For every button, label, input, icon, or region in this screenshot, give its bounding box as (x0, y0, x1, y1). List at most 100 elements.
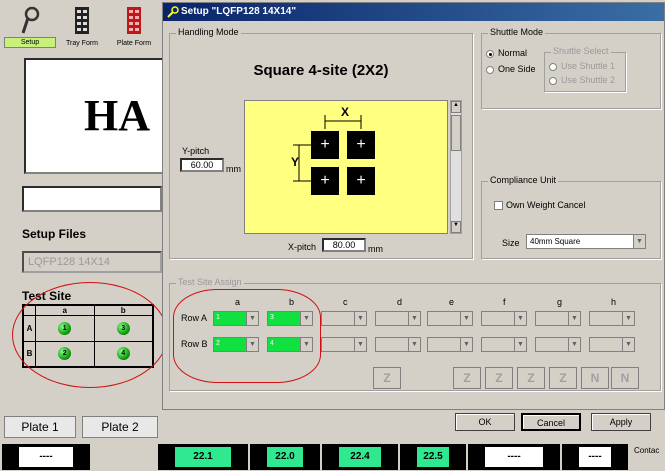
chevron-down-icon: ▼ (300, 312, 312, 325)
site-assign-dropdown[interactable]: ▼ (375, 337, 421, 352)
chevron-down-icon: ▼ (514, 312, 526, 325)
assign-col-header: a (235, 297, 241, 307)
status-cell: 22.5 (400, 444, 466, 470)
wrench-icon (167, 6, 179, 18)
radio-checked-icon (486, 49, 494, 58)
arrange-z-icon[interactable]: Z (373, 367, 401, 389)
scroll-up-icon[interactable]: ▲ (451, 101, 461, 113)
use-shuttle-2-radio[interactable]: Use Shuttle 2 (549, 75, 615, 85)
chevron-down-icon: ▼ (354, 312, 366, 325)
handling-mode-group: Handling Mode Square 4-site (2X2) + + + … (169, 27, 473, 259)
normal-radio[interactable]: Normal (486, 48, 527, 58)
setup-dialog: Setup "LQFP128 14X14" Handling Mode Squa… (162, 2, 665, 431)
shuttle-mode-group: Shuttle Mode Normal One Side Shuttle Sel… (481, 27, 661, 109)
assign-col-header: h (611, 297, 617, 307)
assign-highlight (173, 289, 321, 383)
chevron-down-icon: ▼ (460, 312, 472, 325)
radio-icon (486, 65, 494, 74)
assign-col-header: c (343, 297, 348, 307)
preview-scrollbar[interactable]: ▲ ▼ (450, 100, 462, 234)
assign-col-header: b (289, 297, 295, 307)
checkbox-icon (494, 201, 503, 211)
test-site-highlight (12, 282, 168, 388)
pitch-arrows (293, 115, 362, 182)
site-assign-dropdown[interactable]: 2 ▼ (213, 337, 259, 352)
shuttle-select-group: Shuttle Select Use Shuttle 1 Use Shuttle… (544, 46, 626, 92)
site-assign-dropdown[interactable]: ▼ (427, 311, 473, 326)
site-assign-dropdown[interactable]: ▼ (481, 337, 527, 352)
apply-button[interactable]: Apply (591, 413, 651, 431)
site-assign-dropdown[interactable]: ▼ (375, 311, 421, 326)
arrange-z-icon[interactable]: Z (453, 367, 481, 389)
site-assign-dropdown[interactable]: ▼ (427, 337, 473, 352)
test-site-assign-title: Test Site Assign (176, 277, 244, 287)
y-pitch-unit: mm (226, 164, 241, 174)
site-assign-dropdown[interactable]: 1 ▼ (213, 311, 259, 326)
file-field[interactable] (22, 186, 162, 212)
assign-col-header: e (449, 297, 455, 307)
site-assign-dropdown[interactable]: 4 ▼ (267, 337, 313, 352)
x-pitch-label: X-pitch (288, 242, 317, 252)
arrange-n-icon[interactable]: N (581, 367, 609, 389)
x-pitch-unit: mm (368, 244, 383, 254)
y-pitch-input[interactable]: 60.00 (180, 158, 224, 172)
cancel-button[interactable]: Cancel (521, 413, 581, 431)
handler-logo-panel: HA (24, 58, 164, 174)
chevron-down-icon: ▼ (246, 312, 258, 325)
handler-logo-text: HA (84, 91, 150, 140)
ok-button[interactable]: OK (455, 413, 515, 431)
wrench-icon (21, 6, 40, 34)
tray-icon (75, 7, 89, 34)
arrange-z-icon[interactable]: Z (485, 367, 513, 389)
compliance-unit-group: Compliance Unit Own Weight Cancel Size 4… (481, 175, 661, 259)
site-assign-dropdown[interactable]: ▼ (589, 311, 635, 326)
status-cell: 22.4 (322, 444, 398, 470)
contact-label: Contac (634, 446, 660, 455)
x-pitch-input[interactable]: 80.00 (322, 238, 366, 252)
site-assign-dropdown[interactable]: ▼ (535, 311, 581, 326)
site-assign-dropdown[interactable]: ▼ (535, 337, 581, 352)
scroll-down-icon[interactable]: ▼ (451, 221, 461, 233)
arrange-z-icon[interactable]: Z (549, 367, 577, 389)
tray-form-label: Tray Form (65, 40, 99, 47)
plate-2-button[interactable]: Plate 2 (82, 416, 158, 438)
one-side-radio[interactable]: One Side (486, 64, 536, 74)
y-pitch-label: Y-pitch (182, 146, 210, 156)
shuttle-select-title: Shuttle Select (551, 46, 611, 56)
setup-button[interactable]: Setup (4, 4, 56, 50)
chevron-down-icon: ▼ (354, 338, 366, 351)
size-dropdown[interactable]: 40mm Square ▼ (526, 234, 646, 249)
site-assign-dropdown[interactable]: ▼ (589, 337, 635, 352)
handling-mode-title: Handling Mode (176, 27, 241, 37)
size-label: Size (502, 238, 520, 248)
arrange-z-icon[interactable]: Z (517, 367, 545, 389)
site-assign-dropdown[interactable]: 3 ▼ (267, 311, 313, 326)
arrange-n-icon[interactable]: N (611, 367, 639, 389)
scroll-thumb[interactable] (451, 115, 461, 151)
compliance-unit-title: Compliance Unit (488, 175, 559, 185)
site-assign-dropdown[interactable]: ▼ (321, 311, 367, 326)
setup-file-field[interactable]: LQFP128 14X14 (22, 251, 162, 273)
chevron-down-icon: ▼ (622, 338, 634, 351)
plate-form-button[interactable]: Plate Form (108, 4, 160, 50)
dialog-title: Setup "LQFP128 14X14" (163, 3, 664, 21)
site-assign-dropdown[interactable]: ▼ (321, 337, 367, 352)
use-shuttle-1-radio[interactable]: Use Shuttle 1 (549, 61, 615, 71)
y-pitch-mark: Y (291, 155, 300, 169)
site-assign-dropdown[interactable]: ▼ (481, 311, 527, 326)
status-cell: 22.1 (158, 444, 248, 470)
assign-col-header: g (557, 297, 563, 307)
tray-form-button[interactable]: Tray Form (56, 4, 108, 50)
plate-form-label: Plate Form (116, 40, 152, 47)
shuttle-mode-title: Shuttle Mode (488, 27, 546, 37)
chevron-down-icon: ▼ (246, 338, 258, 351)
chevron-down-icon: ▼ (568, 338, 580, 351)
chevron-down-icon: ▼ (460, 338, 472, 351)
radio-icon (549, 62, 557, 71)
status-cell: ---- (562, 444, 628, 470)
assign-col-header: d (397, 297, 403, 307)
radio-icon (549, 76, 557, 85)
plate-1-button[interactable]: Plate 1 (4, 416, 76, 438)
chevron-down-icon: ▼ (408, 312, 420, 325)
own-weight-cancel-checkbox[interactable]: Own Weight Cancel (494, 200, 585, 211)
